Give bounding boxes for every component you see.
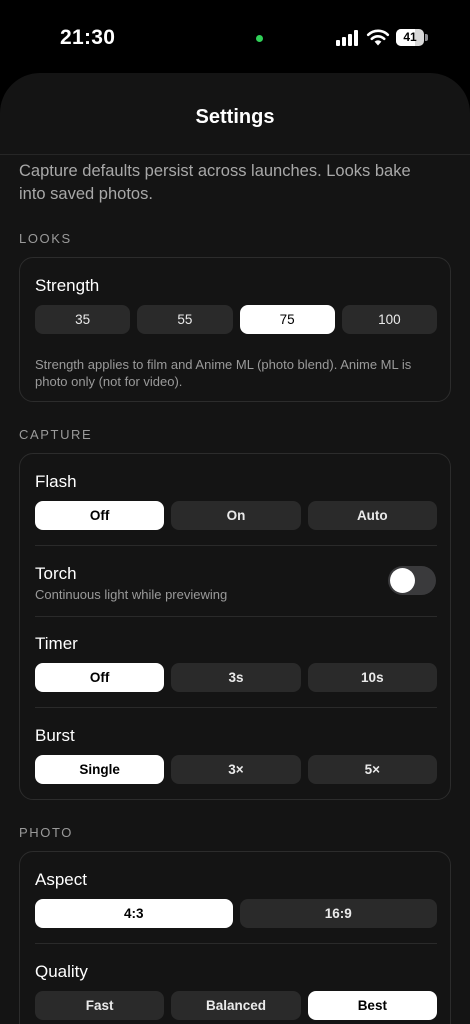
flash-selector: Off On Auto (35, 501, 437, 530)
timer-selector: Off 3s 10s (35, 663, 437, 692)
battery-level: 41 (403, 30, 417, 44)
flash-option-auto[interactable]: Auto (307, 501, 437, 530)
quality-option-balanced[interactable]: Balanced (171, 991, 301, 1020)
strength-help-text: Strength applies to film and Anime ML (p… (35, 357, 412, 389)
strength-option-55[interactable]: 55 (137, 305, 233, 334)
strength-option-35[interactable]: 35 (35, 305, 131, 334)
aspect-option-4-3[interactable]: 4:3 (35, 899, 233, 928)
divider (35, 616, 437, 617)
looks-card: Strength 35 55 75 100 Strength applies t… (19, 257, 451, 402)
camera-indicator-dot (256, 35, 263, 42)
burst-selector: Single 3× 5× (35, 755, 437, 784)
status-bar: 21:30 41 (0, 0, 470, 72)
battery-nub (425, 34, 428, 41)
timer-option-10s[interactable]: 10s (307, 663, 437, 692)
flash-option-off[interactable]: Off (35, 501, 165, 530)
timer-option-off[interactable]: Off (35, 663, 165, 692)
aspect-option-16-9[interactable]: 16:9 (239, 899, 437, 928)
quality-label: Quality (35, 962, 88, 981)
aspect-label: Aspect (35, 870, 87, 889)
quality-option-fast[interactable]: Fast (35, 991, 165, 1020)
quality-option-best[interactable]: Best (307, 991, 437, 1020)
flash-label: Flash (35, 472, 77, 491)
torch-subtitle: Continuous light while previewing (35, 587, 228, 602)
signal-bars-icon (336, 30, 360, 46)
burst-option-single[interactable]: Single (35, 755, 165, 784)
divider (35, 943, 437, 944)
settings-sheet: Settings Capture defaults persist across… (0, 73, 470, 1024)
section-label-capture: CAPTURE (19, 427, 93, 442)
strength-option-100[interactable]: 100 (341, 305, 437, 334)
strength-option-75[interactable]: 75 (239, 305, 335, 334)
divider (35, 545, 437, 546)
torch-toggle[interactable] (388, 566, 436, 595)
toggle-knob (390, 568, 415, 593)
aspect-selector: 4:3 16:9 (35, 899, 437, 928)
photo-card: Aspect 4:3 16:9 Quality Fast Balanced Be… (19, 851, 451, 1024)
timer-label: Timer (35, 634, 78, 653)
strength-selector: 35 55 75 100 (35, 305, 437, 334)
torch-label: Torch (35, 564, 77, 583)
section-label-looks: LOOKS (19, 231, 72, 246)
flash-option-on[interactable]: On (171, 501, 301, 530)
wifi-icon (366, 29, 390, 46)
burst-option-5x[interactable]: 5× (307, 755, 437, 784)
section-label-photo: PHOTO (19, 825, 73, 840)
divider (35, 707, 437, 708)
capture-card: Flash Off On Auto Torch Continuous light… (19, 453, 451, 800)
strength-label: Strength (35, 276, 100, 295)
page-title: Settings (195, 106, 275, 128)
timer-option-3s[interactable]: 3s (171, 663, 301, 692)
burst-label: Burst (35, 726, 75, 745)
status-time: 21:30 (60, 26, 116, 49)
intro-text: Capture defaults persist across launches… (19, 162, 411, 203)
battery-icon: 41 (396, 29, 424, 46)
quality-selector: Fast Balanced Best (35, 991, 437, 1020)
burst-option-3x[interactable]: 3× (171, 755, 301, 784)
sheet-header: Settings (0, 73, 470, 155)
